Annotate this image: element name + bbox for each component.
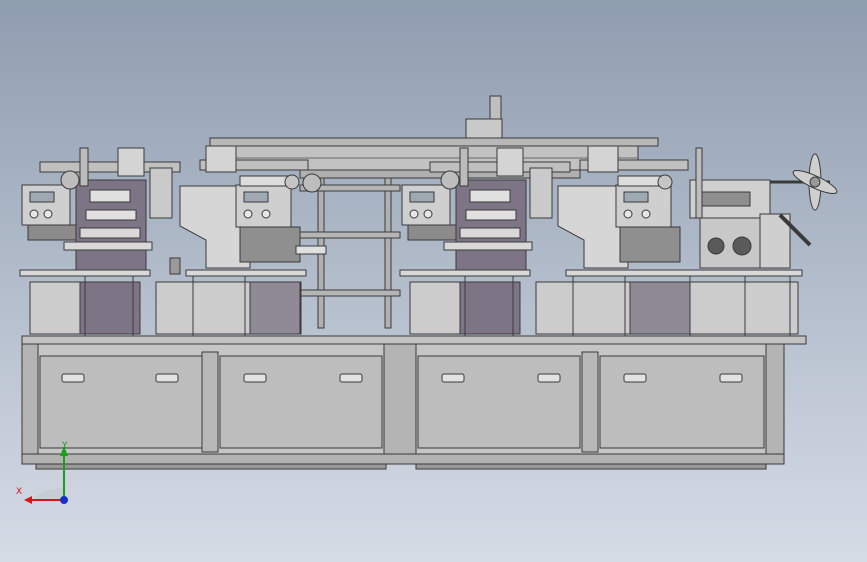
gantry-support-right <box>384 177 392 329</box>
gantry-crossbar-3 <box>299 289 401 297</box>
triad-y-label: Y <box>62 441 68 451</box>
cad-viewport[interactable] <box>0 0 867 562</box>
gantry-crossbar-2 <box>299 231 401 239</box>
feeder-gear-2 <box>732 236 752 256</box>
drawer-3-handle-a[interactable] <box>441 373 465 383</box>
control-box-right-2[interactable] <box>615 184 672 228</box>
gripper-right-2 <box>587 145 619 173</box>
control-box-right-1[interactable] <box>401 184 451 226</box>
drawer-1-handle-a[interactable] <box>61 373 85 383</box>
drawer-4-handle-a[interactable] <box>623 373 647 383</box>
base-top-plate <box>21 335 807 345</box>
table-plate-left-2 <box>185 269 307 277</box>
control-box-left-1[interactable] <box>21 184 71 226</box>
viewport-background <box>0 0 867 562</box>
gantry-column <box>489 95 502 121</box>
drawer-3[interactable] <box>417 355 581 449</box>
table-plate-right-2 <box>565 269 803 277</box>
gripper-left-2 <box>205 145 237 173</box>
table-plate-left <box>19 269 151 277</box>
gantry-rail-top <box>209 137 659 147</box>
base-foot-left <box>35 463 387 470</box>
drawer-4[interactable] <box>599 355 765 449</box>
base-foot-rail <box>21 453 785 465</box>
gripper-left-1 <box>117 147 145 177</box>
drawer-1[interactable] <box>39 355 203 449</box>
drawer-2-handle-a[interactable] <box>243 373 267 383</box>
table-plate-right <box>399 269 531 277</box>
gripper-right-1 <box>496 147 524 177</box>
triad-z-axis <box>60 496 68 504</box>
drawer-3-handle-b[interactable] <box>537 373 561 383</box>
base-foot-right <box>415 463 767 470</box>
base-frame[interactable] <box>21 335 807 470</box>
triad-x-label: X <box>16 487 23 497</box>
drawer-2-handle-b[interactable] <box>339 373 363 383</box>
control-box-left-1-base <box>27 224 77 241</box>
control-box-left-2[interactable] <box>235 184 292 228</box>
feeder-post <box>695 147 703 219</box>
feeder-gear-1 <box>707 237 725 255</box>
drawer-2[interactable] <box>219 355 383 449</box>
drawer-1-handle-b[interactable] <box>155 373 179 383</box>
drawer-4-handle-b[interactable] <box>719 373 743 383</box>
